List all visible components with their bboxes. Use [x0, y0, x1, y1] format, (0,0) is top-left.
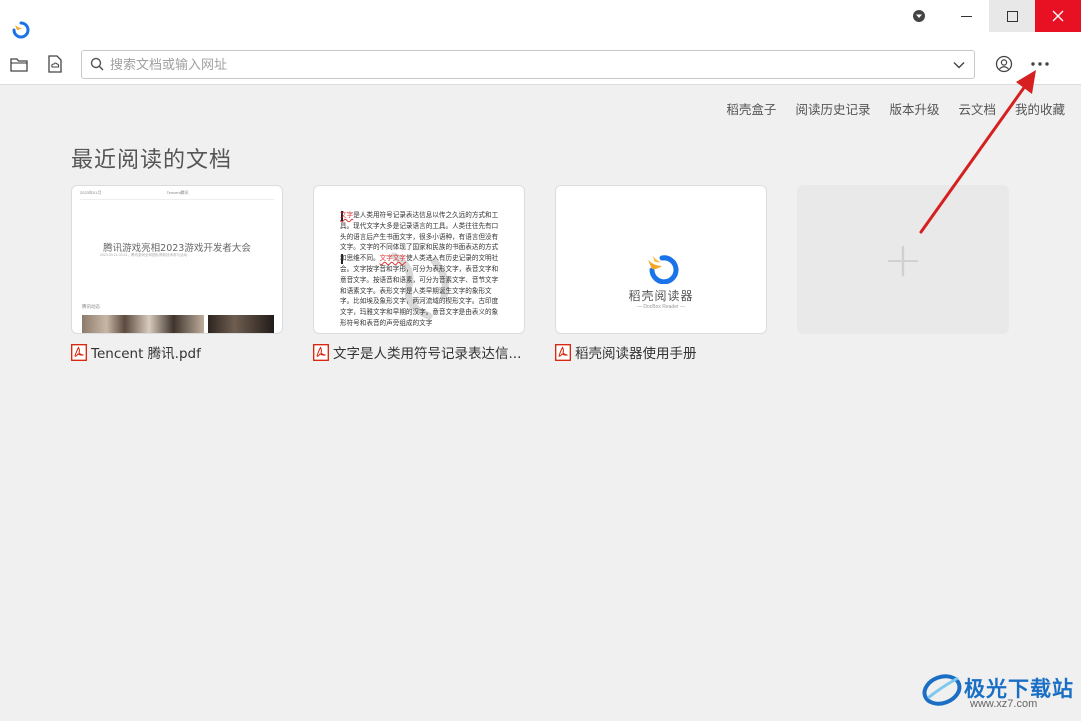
watermark-logo-icon	[922, 674, 962, 706]
recent-doc-name: 稻壳阅读器使用手册	[575, 346, 697, 362]
nav-link-cloud-docs[interactable]: 云文档	[958, 99, 996, 118]
top-nav-links: 稻壳盒子 阅读历史记录 版本升级 云文档 我的收藏	[707, 99, 1065, 118]
preview-paragraph: 使人类进入有历史记录的文明社会。文字按字音和字形，可分为表形文字，表音文字和意音…	[340, 254, 499, 327]
preview-section: 腾讯动态	[82, 304, 100, 309]
recent-doc-name: Tencent 腾讯.pdf	[91, 346, 201, 362]
more-icon	[1031, 62, 1049, 66]
chevron-down-icon[interactable]	[952, 58, 966, 72]
site-watermark: 极光下载站 www.xz7.com	[920, 668, 1074, 710]
plus-icon: +	[882, 231, 924, 288]
search-icon	[90, 57, 104, 71]
preview-header-right: Tencent腾讯	[166, 190, 189, 195]
open-file-button[interactable]	[8, 53, 30, 75]
more-menu-button[interactable]	[1029, 53, 1051, 75]
close-icon	[1052, 10, 1064, 22]
minimize-icon	[960, 15, 972, 17]
nav-link-upgrade[interactable]: 版本升级	[889, 99, 939, 118]
nav-link-favorites[interactable]: 我的收藏	[1015, 99, 1065, 118]
preview-header-left: 2023年01月	[80, 190, 102, 195]
recent-doc-name: 文字是人类用符号记录表达信...	[333, 346, 522, 362]
pdf-icon	[313, 343, 329, 361]
search-bar	[81, 50, 975, 79]
pdf-icon	[555, 343, 571, 361]
cloud-file-icon	[48, 55, 62, 73]
user-icon	[995, 55, 1013, 73]
maximize-icon	[1006, 10, 1018, 22]
recent-doc-label[interactable]: 稻壳阅读器使用手册	[555, 342, 697, 362]
recent-doc-label[interactable]: 文字是人类用符号记录表达信...	[313, 342, 521, 362]
preview-app-subtitle: — DocBox Reader —	[636, 304, 686, 310]
app-logo-icon	[12, 21, 30, 39]
search-input[interactable]	[110, 55, 940, 75]
skin-menu-button[interactable]	[897, 0, 941, 32]
chevron-down-circle-icon	[913, 10, 925, 22]
folder-icon	[10, 58, 28, 72]
watermark-url: www.xz7.com	[970, 698, 1038, 710]
preview-photo	[82, 315, 204, 333]
cloud-document-button[interactable]	[44, 53, 66, 75]
preview-header: 2023年01月 Tencent腾讯	[80, 190, 274, 200]
add-document-card[interactable]: +	[797, 185, 1009, 334]
account-button[interactable]	[993, 53, 1015, 75]
nav-link-history[interactable]: 阅读历史记录	[795, 99, 870, 118]
recent-doc-card-manual[interactable]: 稻壳阅读器 — DocBox Reader —	[555, 185, 767, 334]
preview-photo-2	[208, 315, 274, 333]
preview-subtitle: 2023.03.21-03.24，腾讯游戏全球团队携新技术参与活动	[100, 253, 187, 257]
recent-doc-card-tencent[interactable]: 2023年01月 Tencent腾讯 腾讯游戏亮相2023游戏开发者大会 202…	[71, 185, 283, 334]
recent-doc-card-text[interactable]: 文字是人类用符号记录表达信息以传之久远的方式和工具。现代文字大多是记录语言的工具…	[313, 185, 525, 334]
section-title: 最近阅读的文档	[71, 148, 233, 173]
preview-highlight: 文字文字	[379, 254, 406, 263]
preview-body: 文字是人类用符号记录表达信息以传之久远的方式和工具。现代文字大多是记录语言的工具…	[340, 210, 502, 329]
minimize-button[interactable]	[943, 0, 989, 32]
preview-app-name: 稻壳阅读器	[628, 289, 694, 303]
preview-title: 腾讯游戏亮相2023游戏开发者大会	[103, 243, 251, 254]
maximize-button[interactable]	[989, 0, 1035, 32]
nav-link-docbox[interactable]: 稻壳盒子	[726, 99, 776, 118]
pdf-icon	[71, 343, 87, 361]
docbox-logo-icon	[648, 255, 679, 284]
title-bar	[0, 0, 1081, 44]
recent-doc-label[interactable]: Tencent 腾讯.pdf	[71, 342, 201, 362]
preview-highlight: 文字	[340, 211, 354, 219]
toolbar	[0, 44, 1081, 85]
close-button[interactable]	[1035, 0, 1081, 32]
